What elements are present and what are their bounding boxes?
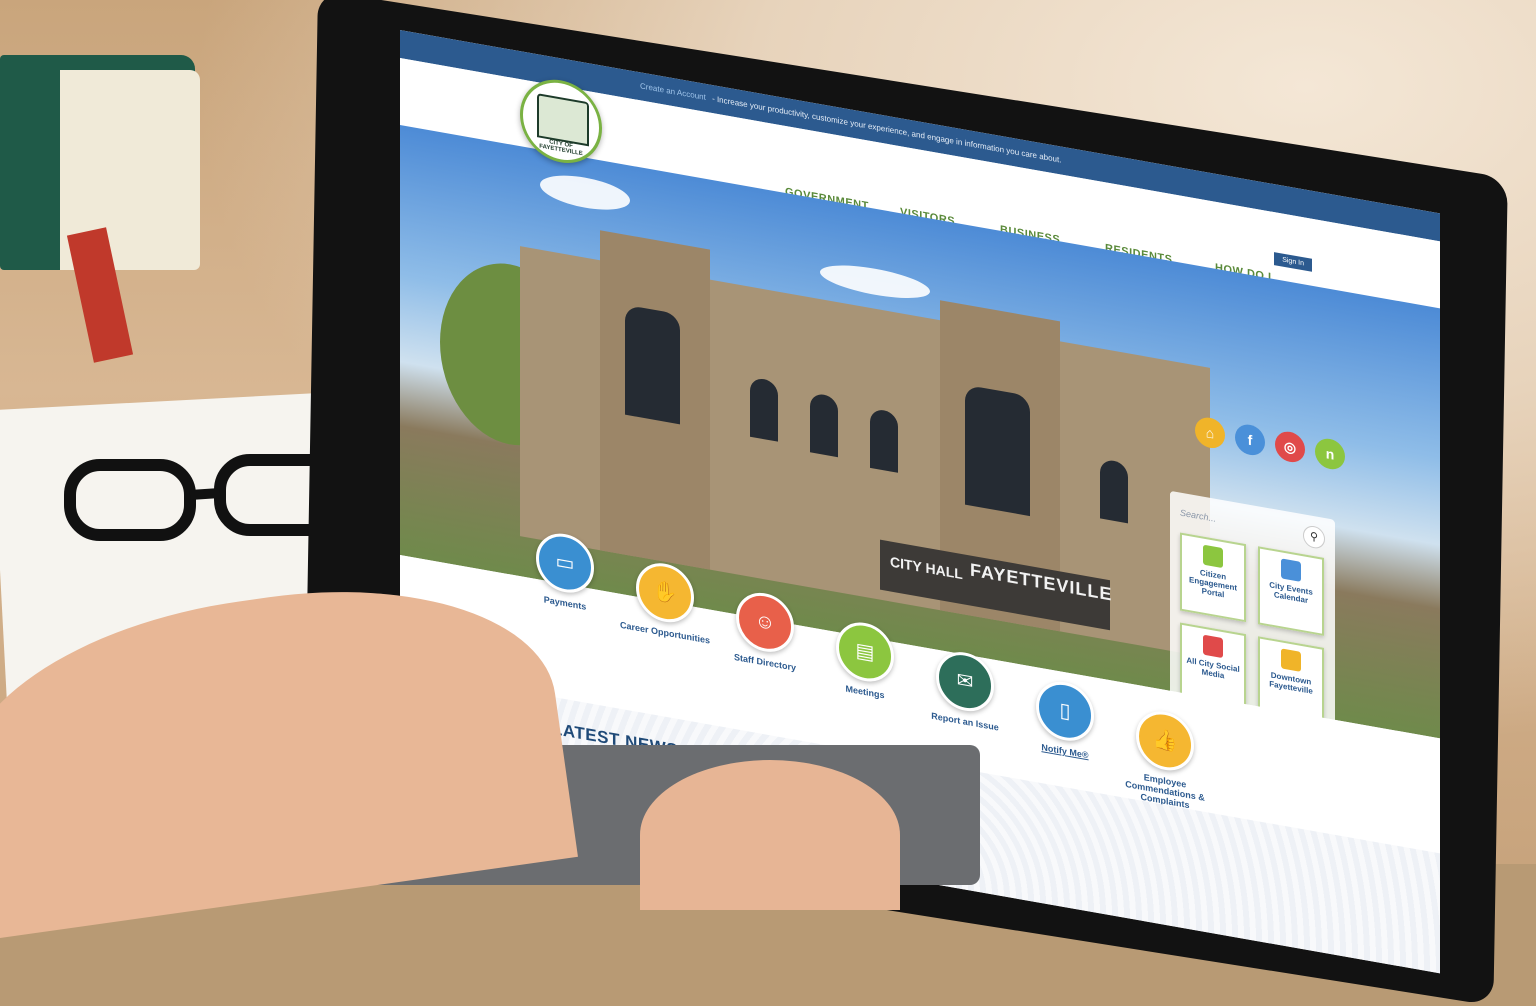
social-icons: ⌂ f ◎ n [1195, 415, 1355, 477]
right-hand [640, 760, 900, 910]
quick-link-label: Report an Issue [931, 710, 999, 733]
social-media-icon [1203, 634, 1223, 659]
document-icon: ▤ [836, 617, 894, 687]
facebook-icon[interactable]: f [1235, 422, 1265, 458]
window [810, 392, 838, 458]
sign-city-hall-text: CITY HALL [890, 553, 963, 583]
payments-icon: ▭ [536, 528, 594, 598]
tile-label: Citizen Engagement Portal [1188, 568, 1237, 600]
quick-link-label: Payments [543, 594, 587, 612]
tile-citizen-engagement[interactable]: Citizen Engagement Portal [1180, 532, 1246, 623]
search-placeholder: Search... [1180, 507, 1217, 524]
create-account-link[interactable]: Create an Account [640, 81, 706, 102]
sign-in-button[interactable]: Sign In [1274, 252, 1312, 272]
window [625, 304, 680, 425]
search-icon[interactable]: ⚲ [1303, 524, 1325, 551]
handshake-icon: ✋ [636, 558, 694, 627]
quick-link-label: Career Opportunities [619, 619, 711, 646]
thumbs-icon: 👍 [1136, 706, 1194, 776]
calendar-icon [1281, 558, 1301, 582]
nextdoor-icon[interactable]: n [1315, 436, 1345, 472]
window [870, 407, 898, 473]
tile-label: Downtown Fayetteville [1269, 670, 1313, 696]
quick-link-label: Staff Directory [733, 651, 796, 673]
quick-link-notify-me[interactable]: ▯ Notify Me® [1010, 673, 1120, 766]
portal-icon [1203, 544, 1223, 569]
people-icon: ☺ [736, 588, 794, 657]
window [1100, 458, 1128, 524]
chat-icon: ✉ [936, 647, 994, 716]
cloud [540, 169, 630, 216]
quick-link-label: Notify Me® [1041, 742, 1089, 761]
window [965, 384, 1030, 517]
cloud [820, 259, 930, 305]
quick-link-label: Meetings [845, 683, 885, 701]
tile-label: City Events Calendar [1269, 580, 1313, 606]
tile-label: All City Social Media [1186, 655, 1240, 681]
home-icon[interactable]: ⌂ [1195, 415, 1225, 451]
phone-icon: ▯ [1036, 677, 1094, 746]
tile-events-calendar[interactable]: City Events Calendar [1258, 546, 1324, 636]
window [750, 376, 778, 442]
buildings-icon [1281, 648, 1301, 672]
instagram-icon[interactable]: ◎ [1275, 429, 1305, 465]
